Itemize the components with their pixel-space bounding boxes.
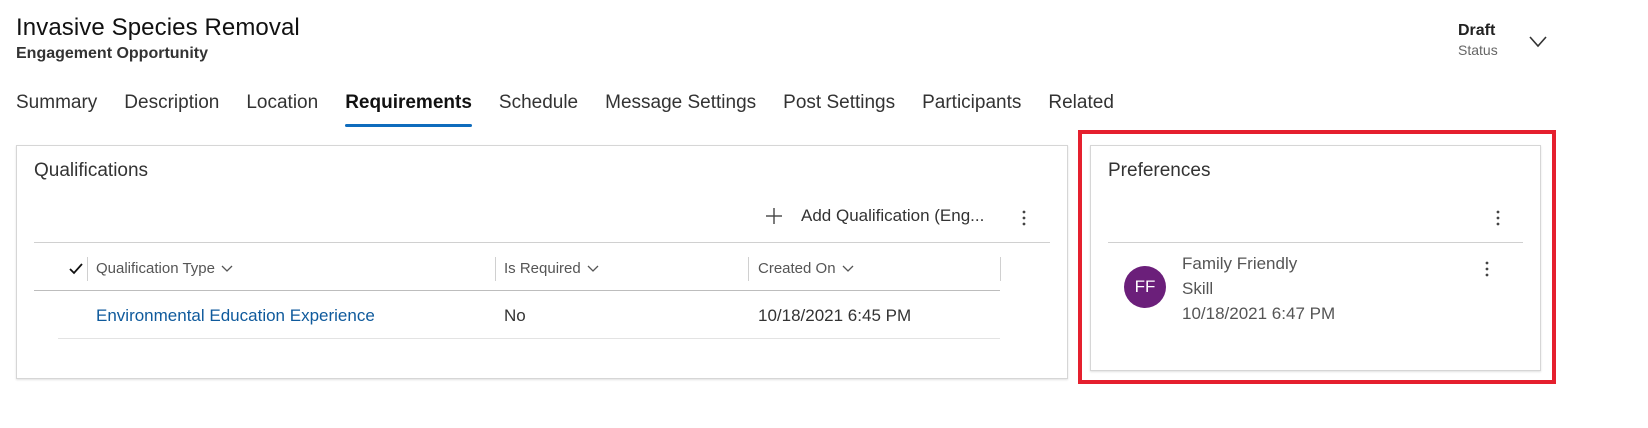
- column-separator: [1000, 257, 1001, 281]
- tab-related[interactable]: Related: [1048, 92, 1114, 126]
- chevron-down-icon: [221, 265, 233, 272]
- grid-top-divider: [34, 242, 1050, 243]
- record-entity-type: Engagement Opportunity: [16, 45, 208, 62]
- status-value: Draft: [1458, 22, 1496, 39]
- expand-header-button[interactable]: [1524, 30, 1552, 54]
- add-qualification-button[interactable]: Add Qualification (Eng...: [765, 206, 984, 226]
- column-separator: [87, 257, 88, 281]
- tab-summary[interactable]: Summary: [16, 92, 97, 126]
- column-separator: [748, 257, 749, 281]
- column-header-qualification-type[interactable]: Qualification Type: [96, 260, 233, 277]
- tab-location[interactable]: Location: [246, 92, 318, 126]
- qualification-type-link[interactable]: Environmental Education Experience: [96, 306, 375, 326]
- column-separator: [495, 257, 496, 281]
- status-label: Status: [1458, 42, 1498, 58]
- column-header-label: Created On: [758, 260, 836, 277]
- plus-icon: [766, 208, 782, 224]
- chevron-down-icon: [842, 265, 854, 272]
- chevron-down-icon: [1529, 36, 1547, 48]
- qualifications-more-button[interactable]: [1014, 208, 1034, 228]
- column-header-label: Is Required: [504, 260, 581, 277]
- highlight-box: [1078, 130, 1556, 384]
- tab-description[interactable]: Description: [124, 92, 219, 126]
- chevron-down-icon: [587, 265, 599, 272]
- tab-requirements[interactable]: Requirements: [345, 92, 472, 127]
- tab-post-settings[interactable]: Post Settings: [783, 92, 895, 126]
- is-required-value: No: [504, 306, 526, 325]
- row-divider: [58, 338, 1000, 339]
- status-field: Draft Status: [1458, 22, 1498, 58]
- column-header-label: Qualification Type: [96, 260, 215, 277]
- grid-header-divider: [34, 290, 1000, 291]
- qualifications-title: Qualifications: [34, 160, 149, 181]
- record-title: Invasive Species Removal: [16, 14, 300, 41]
- form-tabs: Summary Description Location Requirement…: [16, 92, 1141, 127]
- column-header-is-required[interactable]: Is Required: [504, 260, 599, 277]
- created-on-value: 10/18/2021 6:45 PM: [758, 306, 912, 325]
- column-header-created-on[interactable]: Created On: [758, 260, 854, 277]
- tab-message-settings[interactable]: Message Settings: [605, 92, 756, 126]
- qualifications-section: Qualifications Add Qualification (Eng...…: [16, 145, 1068, 379]
- add-qualification-label: Add Qualification (Eng...: [801, 206, 985, 225]
- more-vertical-icon: [1022, 210, 1026, 226]
- select-all-checkmark-icon[interactable]: [69, 263, 83, 275]
- tab-schedule[interactable]: Schedule: [499, 92, 578, 126]
- tab-participants[interactable]: Participants: [922, 92, 1021, 126]
